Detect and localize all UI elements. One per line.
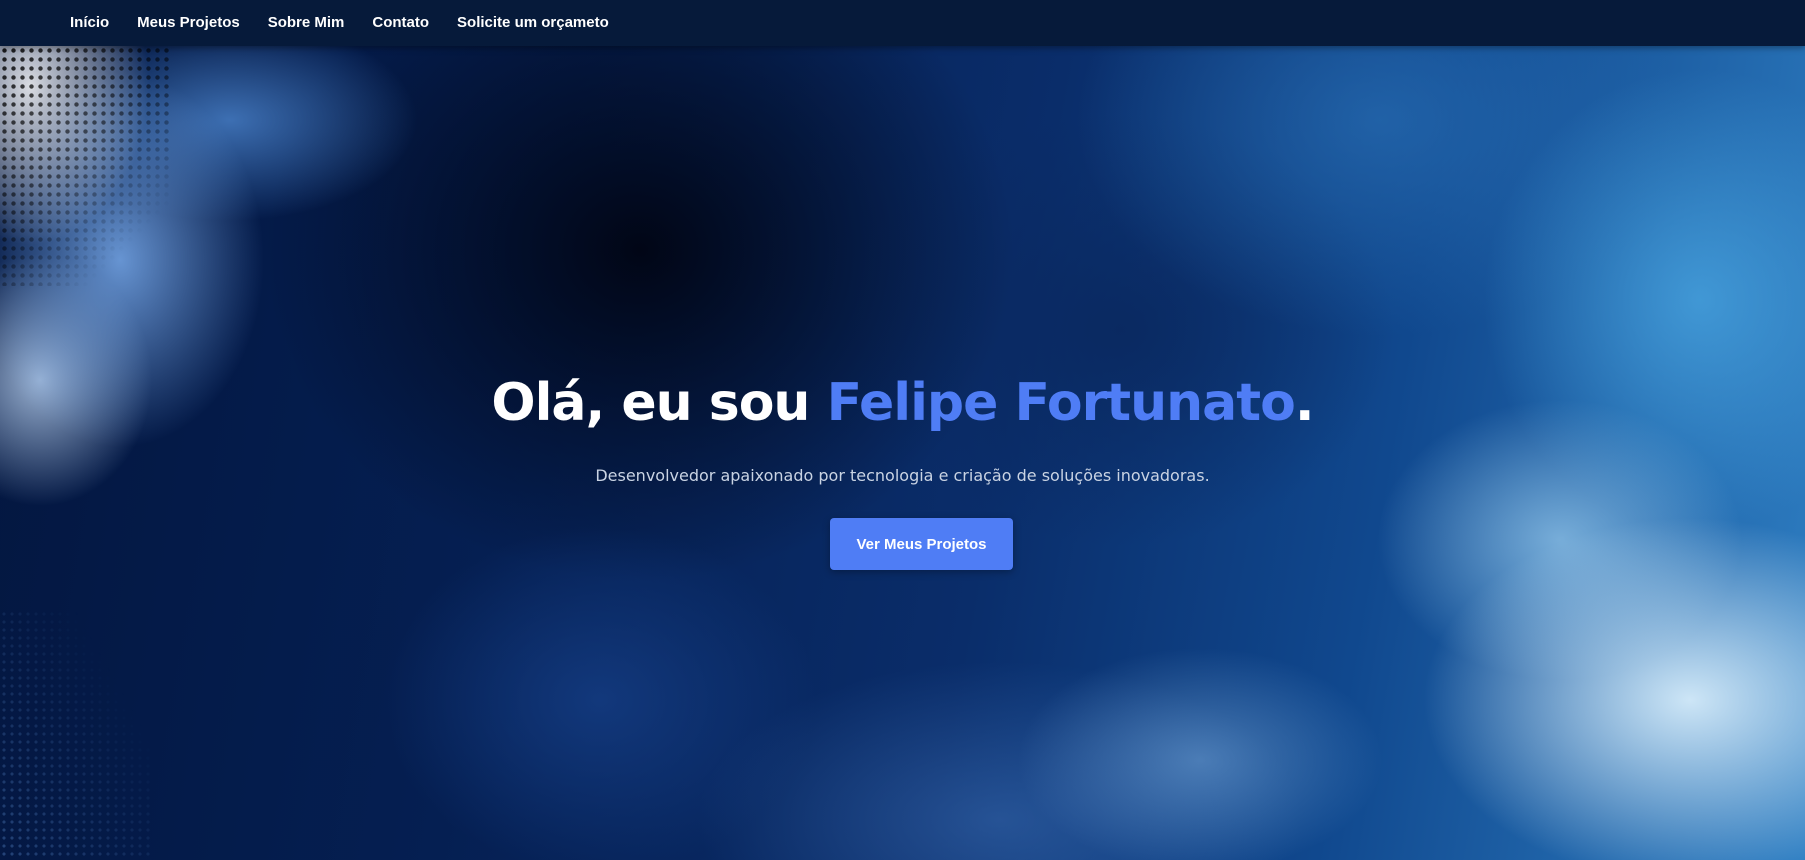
hero-title-name: Felipe Fortunato [826,373,1296,433]
nav-list: Início Meus Projetos Sobre Mim Contato S… [0,0,1805,42]
hero-title-suffix: . [1294,373,1315,433]
nav-item-orcamento: Solicite um orçameto [457,12,637,31]
view-projects-button[interactable]: Ver Meus Projetos [830,518,1013,570]
nav-link-orcamento[interactable]: Solicite um orçameto [457,14,609,31]
nav-item-meus-projetos: Meus Projetos [137,12,268,31]
page: Início Meus Projetos Sobre Mim Contato S… [0,0,1805,860]
nav-link-sobre-mim[interactable]: Sobre Mim [268,14,345,31]
hero-title-prefix: Olá, eu sou [491,373,827,433]
nav-item-sobre-mim: Sobre Mim [268,12,373,31]
nav-link-meus-projetos[interactable]: Meus Projetos [137,14,240,31]
navbar: Início Meus Projetos Sobre Mim Contato S… [0,0,1805,46]
nav-link-inicio[interactable]: Início [70,14,109,31]
nav-item-inicio: Início [70,12,137,31]
nav-link-contato[interactable]: Contato [372,14,429,31]
hero-section: Olá, eu sou Felipe Fortunato. Desenvolve… [0,0,1805,860]
hero-subtitle: Desenvolvedor apaixonado por tecnologia … [595,466,1210,485]
nav-item-contato: Contato [372,12,457,31]
hero-title: Olá, eu sou Felipe Fortunato. [0,370,1805,436]
